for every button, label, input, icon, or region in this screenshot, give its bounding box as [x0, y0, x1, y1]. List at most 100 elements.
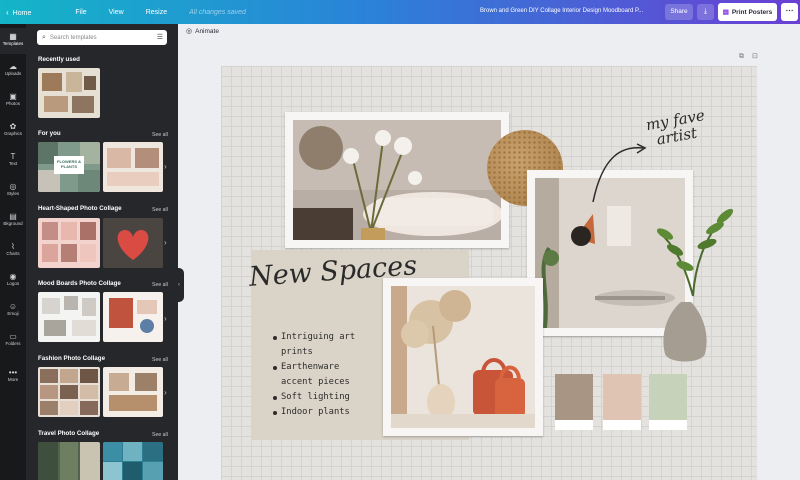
bullet-item: Earthenware — [273, 360, 355, 375]
bullet-dot — [273, 366, 277, 370]
template-thumbnail[interactable] — [103, 292, 163, 342]
share-button[interactable]: Share — [665, 4, 693, 20]
thumbnail-image — [42, 72, 96, 113]
home-link[interactable]: ‹ Home — [6, 8, 53, 17]
add-page-icon[interactable]: ⊡ — [752, 53, 758, 60]
swatch-fill — [555, 374, 593, 420]
more-options-button[interactable]: ⋯ — [781, 3, 798, 21]
section-title: Fashion Photo Collage — [38, 355, 106, 362]
template-thumbnail[interactable] — [103, 218, 163, 268]
template-thumbnail[interactable] — [38, 292, 100, 342]
rail-item-label: Graphics — [3, 131, 22, 136]
living-room-photo[interactable] — [285, 112, 509, 248]
bullet-dot — [273, 336, 277, 340]
chevron-right-icon[interactable]: › — [164, 238, 167, 247]
view-menu[interactable]: View — [109, 9, 124, 16]
template-thumbnail[interactable] — [103, 442, 163, 480]
rail-item-label: Folders — [5, 341, 21, 346]
resize-menu[interactable]: Resize — [146, 9, 167, 16]
color-swatch[interactable] — [649, 374, 687, 430]
rail-item-graphics[interactable]: ✿ Graphics — [0, 118, 26, 144]
search-input[interactable]: ⌕ Search templates ☰ — [37, 30, 167, 45]
see-all-link[interactable]: See all — [152, 132, 168, 138]
arrow-doodle — [592, 143, 647, 203]
chevron-right-icon[interactable]: › — [164, 162, 167, 171]
template-thumbnail[interactable] — [103, 142, 163, 192]
design-canvas[interactable]: my fave artist New Spaces Intriguing art… — [221, 66, 757, 480]
rail-item-label: Text — [8, 161, 18, 166]
text-icon: T — [10, 152, 16, 161]
template-thumbnail[interactable] — [38, 218, 100, 268]
file-menu[interactable]: File — [75, 9, 86, 16]
collapse-panel-handle[interactable]: ‹ — [174, 268, 184, 302]
bullet-item: Indoor plants — [273, 405, 355, 420]
rail-item-label: More — [7, 377, 19, 382]
download-button[interactable]: ⤓ — [697, 4, 714, 20]
bullet-item: Soft lighting — [273, 390, 355, 405]
chevron-left-icon: ‹ — [6, 7, 9, 17]
rail-item-label: Emoji — [7, 311, 19, 316]
animate-button[interactable]: ◎ Animate — [186, 27, 219, 36]
dried-flowers-photo[interactable] — [383, 278, 543, 436]
see-all-link[interactable]: See all — [152, 282, 168, 288]
template-thumbnail[interactable] — [38, 68, 100, 118]
bullet-dot — [273, 411, 277, 415]
rail-item-label: Photos — [5, 101, 20, 106]
rail-item-label: Bkground — [3, 221, 23, 226]
bullet-list[interactable]: Intriguing art prints Earthenware accent… — [273, 330, 355, 420]
swatch-fill — [603, 374, 641, 420]
filter-icon[interactable]: ☰ — [157, 33, 163, 41]
page-tools: ⧉ ⊡ — [733, 52, 758, 61]
background-icon: ▤ — [9, 212, 17, 221]
template-thumbnail[interactable] — [38, 367, 100, 417]
handwritten-note[interactable]: my fave artist — [644, 106, 709, 149]
thumbnail-image — [42, 222, 96, 262]
template-thumbnail[interactable] — [38, 442, 100, 480]
template-thumbnail[interactable] — [103, 367, 163, 417]
bullet-item: prints — [281, 347, 313, 357]
see-all-link[interactable]: See all — [152, 432, 168, 438]
rail-item-emoji[interactable]: ☺ Emoji — [0, 298, 26, 324]
rail-item-uploads[interactable]: ☁ Uploads — [0, 58, 26, 84]
cloud-upload-icon: ☁ — [9, 62, 17, 71]
print-icon: ▤ — [722, 9, 729, 16]
rail-item-bkground[interactable]: ▤ Bkground — [0, 208, 26, 234]
section-title: Heart-Shaped Photo Collage — [38, 205, 122, 212]
color-swatch[interactable] — [603, 374, 641, 430]
rail-item-templates[interactable]: ▦ Templates — [0, 28, 26, 54]
rail-item-folders[interactable]: ▭ Folders — [0, 328, 26, 354]
charts-icon: ⌇ — [11, 242, 15, 251]
rail-item-label: Templates — [2, 41, 24, 46]
section-title: Recently used — [38, 56, 80, 63]
rail-item-charts[interactable]: ⌇ Charts — [0, 238, 26, 264]
template-thumbnail[interactable]: FLOWERS & PLANTS — [38, 142, 100, 192]
rail-item-more[interactable]: ••• More — [0, 364, 26, 390]
top-bar: ‹ Home File View Resize All changes saved… — [0, 0, 800, 24]
print-posters-button[interactable]: ▤ Print Posters — [718, 3, 777, 21]
color-swatch[interactable] — [555, 374, 593, 430]
download-icon: ⤓ — [703, 8, 708, 15]
chevron-right-icon[interactable]: › — [164, 314, 167, 323]
rail-item-label: Styles — [6, 191, 20, 196]
rail-item-photos[interactable]: ▣ Photos — [0, 88, 26, 114]
top-nav: ‹ Home File View Resize All changes saved — [0, 8, 268, 17]
section-title: Travel Photo Collage — [38, 430, 100, 437]
document-title[interactable]: Brown and Green DIY Collage Interior Des… — [480, 8, 643, 14]
rail-item-label: Uploads — [4, 71, 22, 76]
chevron-right-icon[interactable]: › — [164, 388, 167, 397]
emoji-icon: ☺ — [8, 302, 18, 311]
rail-item-text[interactable]: T Text — [0, 148, 26, 174]
rail-item-logos[interactable]: ◉ Logos — [0, 268, 26, 294]
thumbnail-image — [103, 218, 163, 268]
rail-item-styles[interactable]: ◎ Styles — [0, 178, 26, 204]
animate-icon: ◎ — [186, 28, 193, 35]
section-title: For you — [38, 130, 61, 137]
side-rail: ▦ Templates ☁ Uploads ▣ Photos ✿ Graphics T Text ◎… — [0, 24, 26, 480]
styles-icon: ◎ — [9, 182, 17, 191]
thumbnail-caption: FLOWERS & PLANTS — [57, 159, 81, 169]
see-all-link[interactable]: See all — [152, 207, 168, 213]
living-room-image — [293, 120, 501, 240]
plant-vase-illustration[interactable] — [645, 206, 745, 366]
duplicate-page-icon[interactable]: ⧉ — [739, 53, 744, 60]
see-all-link[interactable]: See all — [152, 357, 168, 363]
